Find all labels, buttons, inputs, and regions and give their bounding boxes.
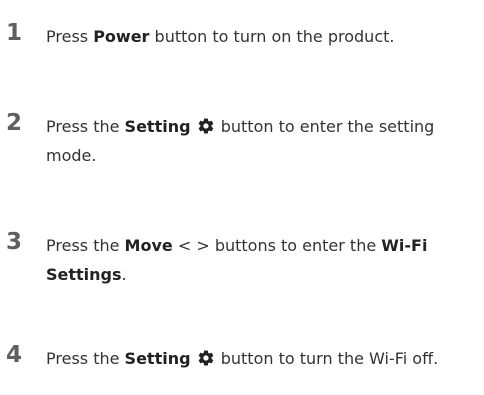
step-text-segment: button to turn the Wi-Fi off.: [215, 349, 439, 368]
step-number: 1: [6, 20, 23, 46]
gear-icon: [198, 350, 213, 366]
step-text: Press the Move < > buttons to enter the …: [46, 231, 478, 289]
step-text: Press the Setting button to enter the se…: [46, 112, 478, 170]
step-number: 4: [6, 342, 23, 368]
setting-label: Setting: [124, 117, 191, 136]
step-number: 2: [6, 110, 23, 136]
step-text-segment: Press the: [46, 349, 125, 368]
step-text-segment: < > buttons to enter the: [172, 236, 382, 255]
setting-label: Setting: [124, 349, 191, 368]
step-text-segment: .: [121, 265, 127, 284]
step-text: Press Power button to turn on the produc…: [46, 22, 478, 51]
step-number: 3: [6, 229, 23, 255]
step-text: Press the Setting button to turn the Wi-…: [46, 344, 478, 373]
step-text-segment: Press: [46, 27, 94, 46]
step-text-segment: button to turn on the product.: [149, 27, 395, 46]
gear-icon: [198, 118, 213, 134]
power-label: Power: [93, 27, 150, 46]
move-label: Move: [124, 236, 173, 255]
step-text-segment: Press the: [46, 236, 125, 255]
step-text-segment: Press the: [46, 117, 125, 136]
